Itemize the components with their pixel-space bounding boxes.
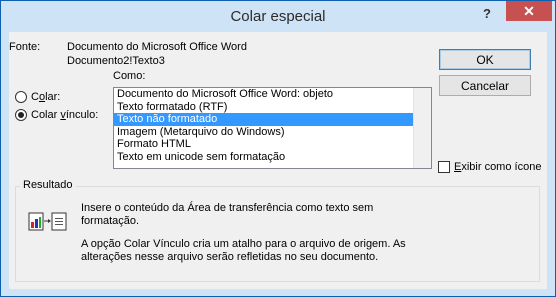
- cancel-button[interactable]: Cancelar: [439, 75, 531, 96]
- radio-selected-dot: [18, 112, 24, 118]
- como-label: Como:: [113, 70, 146, 82]
- display-as-icon-label[interactable]: Exibir como ícone: [454, 161, 541, 173]
- format-item[interactable]: Documento do Microsoft Office Word: obje…: [114, 88, 431, 101]
- result-description-line2: formatação.: [81, 215, 140, 227]
- source-label: Fonte:: [9, 41, 41, 53]
- format-item[interactable]: Formato HTML: [114, 138, 431, 151]
- format-item[interactable]: Texto em unicode sem formatação: [114, 151, 431, 164]
- listbox-scrollbar[interactable]: [413, 88, 431, 168]
- format-item-selected[interactable]: Texto não formatado: [114, 113, 431, 126]
- format-item[interactable]: Imagem (Metarquivo do Windows): [114, 126, 431, 139]
- source-app: Documento do Microsoft Office Word: [67, 41, 247, 53]
- ok-button[interactable]: OK: [439, 49, 531, 70]
- help-button[interactable]: ?: [472, 5, 502, 23]
- paste-link-radio[interactable]: [15, 109, 27, 121]
- display-as-icon-checkbox[interactable]: [438, 161, 450, 173]
- source-document: Documento2!Texto3: [67, 55, 165, 67]
- close-button[interactable]: ✕: [506, 1, 552, 21]
- dialog-body: Fonte: Documento do Microsoft Office Wor…: [9, 32, 547, 289]
- format-listbox[interactable]: Documento do Microsoft Office Word: obje…: [113, 87, 432, 169]
- title-bar[interactable]: Colar especial ? ✕: [1, 1, 555, 32]
- dialog-window: Colar especial ? ✕ Fonte: Documento do M…: [0, 0, 556, 297]
- paste-radio-label[interactable]: Colar:: [31, 91, 60, 103]
- paste-radio[interactable]: [15, 91, 27, 103]
- result-description-line1: Insere o conteúdo da Área de transferênc…: [81, 202, 374, 214]
- paste-link-result-icon: [28, 212, 67, 231]
- result-group: Resultado Insere o conteúdo da Área de t…: [15, 179, 540, 282]
- result-link-note-line2: alterações nesse arquivo serão refletida…: [81, 251, 379, 263]
- format-item[interactable]: Texto formatado (RTF): [114, 101, 431, 114]
- result-link-note-line1: A opção Colar Vínculo cria um atalho par…: [81, 238, 406, 250]
- paste-link-radio-label[interactable]: Colar vínculo:: [31, 109, 98, 121]
- result-label: Resultado: [20, 179, 76, 191]
